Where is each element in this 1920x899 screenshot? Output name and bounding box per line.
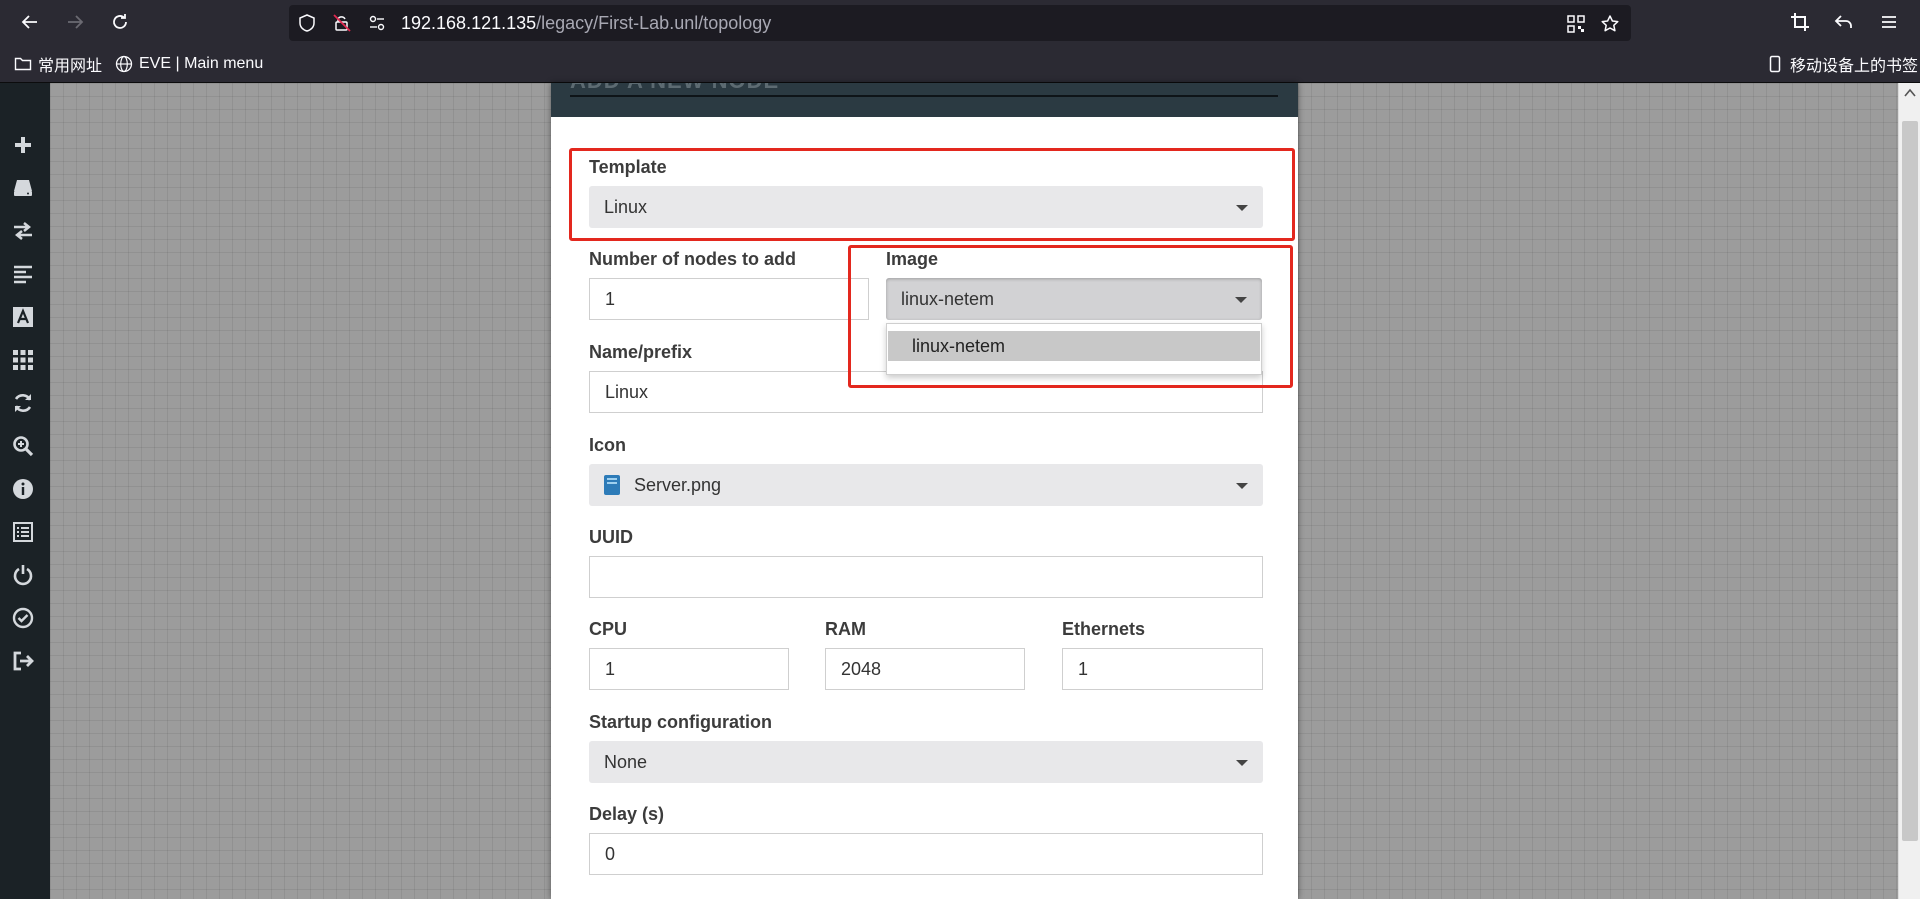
scroll-up-arrow-icon[interactable]	[1904, 88, 1916, 98]
bookmark-label: 常用网址	[38, 58, 103, 75]
icon-select[interactable]: Server.png	[589, 464, 1263, 506]
text-icon[interactable]	[12, 306, 34, 328]
modal-title: ADD A NEW NODE	[570, 83, 779, 94]
ethernets-label: Ethernets	[1062, 619, 1146, 639]
name-prefix-label: Name/prefix	[589, 342, 693, 362]
bookmark-common-sites[interactable]: 常用网址	[14, 53, 102, 75]
bookmark-eve-main-menu[interactable]: EVE | Main menu	[115, 53, 263, 75]
ram-input[interactable]	[825, 648, 1025, 690]
mobile-device-icon	[1769, 55, 1781, 73]
shield-icon[interactable]	[298, 14, 316, 32]
plus-icon[interactable]	[12, 134, 34, 156]
grid-icon[interactable]	[12, 349, 34, 371]
add-node-modal: ADD A NEW NODE Template Linux Number of …	[551, 83, 1298, 899]
url-path: /legacy/First-Lab.unl/topology	[536, 13, 772, 33]
ethernets-input[interactable]	[1062, 648, 1263, 690]
bookmark-label: EVE | Main menu	[139, 55, 264, 72]
sign-out-icon[interactable]	[12, 650, 34, 672]
nodes-count-input[interactable]	[589, 278, 869, 320]
cpu-input[interactable]	[589, 648, 789, 690]
icon-value: Server.png	[634, 475, 722, 495]
crop-icon[interactable]	[1786, 8, 1814, 36]
template-highlight-box	[569, 148, 1295, 241]
eve-side-menu	[0, 83, 50, 899]
uuid-input[interactable]	[589, 556, 1263, 598]
url-host: 192.168.121.135	[401, 13, 537, 33]
insecure-lock-icon[interactable]	[333, 14, 351, 32]
forward-arrow-icon[interactable]	[61, 8, 89, 36]
page-scrollbar[interactable]	[1898, 83, 1920, 899]
modal-header: ADD A NEW NODE	[551, 83, 1298, 117]
chevron-down-icon	[1236, 760, 1248, 766]
ram-label: RAM	[825, 619, 866, 639]
bookmarks-bar: 常用网址 EVE | Main menu 移动设备上的书签	[0, 44, 1920, 83]
permissions-icon[interactable]	[368, 14, 386, 32]
star-icon[interactable]	[1600, 14, 1620, 34]
hamburger-menu-icon[interactable]	[1875, 8, 1903, 36]
mobile-bookmarks[interactable]: 移动设备上的书签	[1766, 53, 1918, 75]
check-circle-icon[interactable]	[12, 607, 34, 629]
qr-code-icon[interactable]	[1566, 14, 1586, 34]
image-highlight-box	[848, 245, 1293, 388]
uuid-label: UUID	[589, 527, 633, 547]
exchange-icon[interactable]	[12, 220, 34, 242]
align-left-icon[interactable]	[12, 263, 34, 285]
browser-toolbar: 192.168.121.135/legacy/First-Lab.unl/top…	[0, 0, 1920, 44]
list-icon[interactable]	[12, 521, 34, 543]
undo-icon[interactable]	[1830, 8, 1858, 36]
startup-config-label: Startup configuration	[589, 712, 772, 732]
folder-icon	[14, 57, 32, 71]
info-icon[interactable]	[12, 478, 34, 500]
chevron-down-icon	[1236, 483, 1248, 489]
delay-label: Delay (s)	[589, 804, 665, 824]
drive-icon[interactable]	[12, 177, 34, 199]
startup-config-value: None	[604, 752, 648, 772]
url-text[interactable]: 192.168.121.135/legacy/First-Lab.unl/top…	[401, 5, 771, 41]
back-arrow-icon[interactable]	[16, 8, 44, 36]
server-icon	[604, 475, 620, 495]
mobile-bookmarks-label: 移动设备上的书签	[1790, 58, 1919, 75]
icon-label: Icon	[589, 435, 627, 455]
header-divider	[570, 95, 1278, 97]
delay-input[interactable]	[589, 833, 1263, 875]
reload-icon[interactable]	[106, 8, 134, 36]
scrollbar-thumb[interactable]	[1902, 121, 1918, 841]
power-icon[interactable]	[12, 564, 34, 586]
zoom-in-icon[interactable]	[12, 435, 34, 457]
cpu-label: CPU	[589, 619, 628, 639]
startup-config-select[interactable]: None	[589, 741, 1263, 783]
globe-icon	[115, 55, 133, 73]
url-bar[interactable]: 192.168.121.135/legacy/First-Lab.unl/top…	[289, 5, 1631, 41]
refresh-icon[interactable]	[12, 392, 34, 414]
nodes-label: Number of nodes to add	[589, 249, 796, 269]
